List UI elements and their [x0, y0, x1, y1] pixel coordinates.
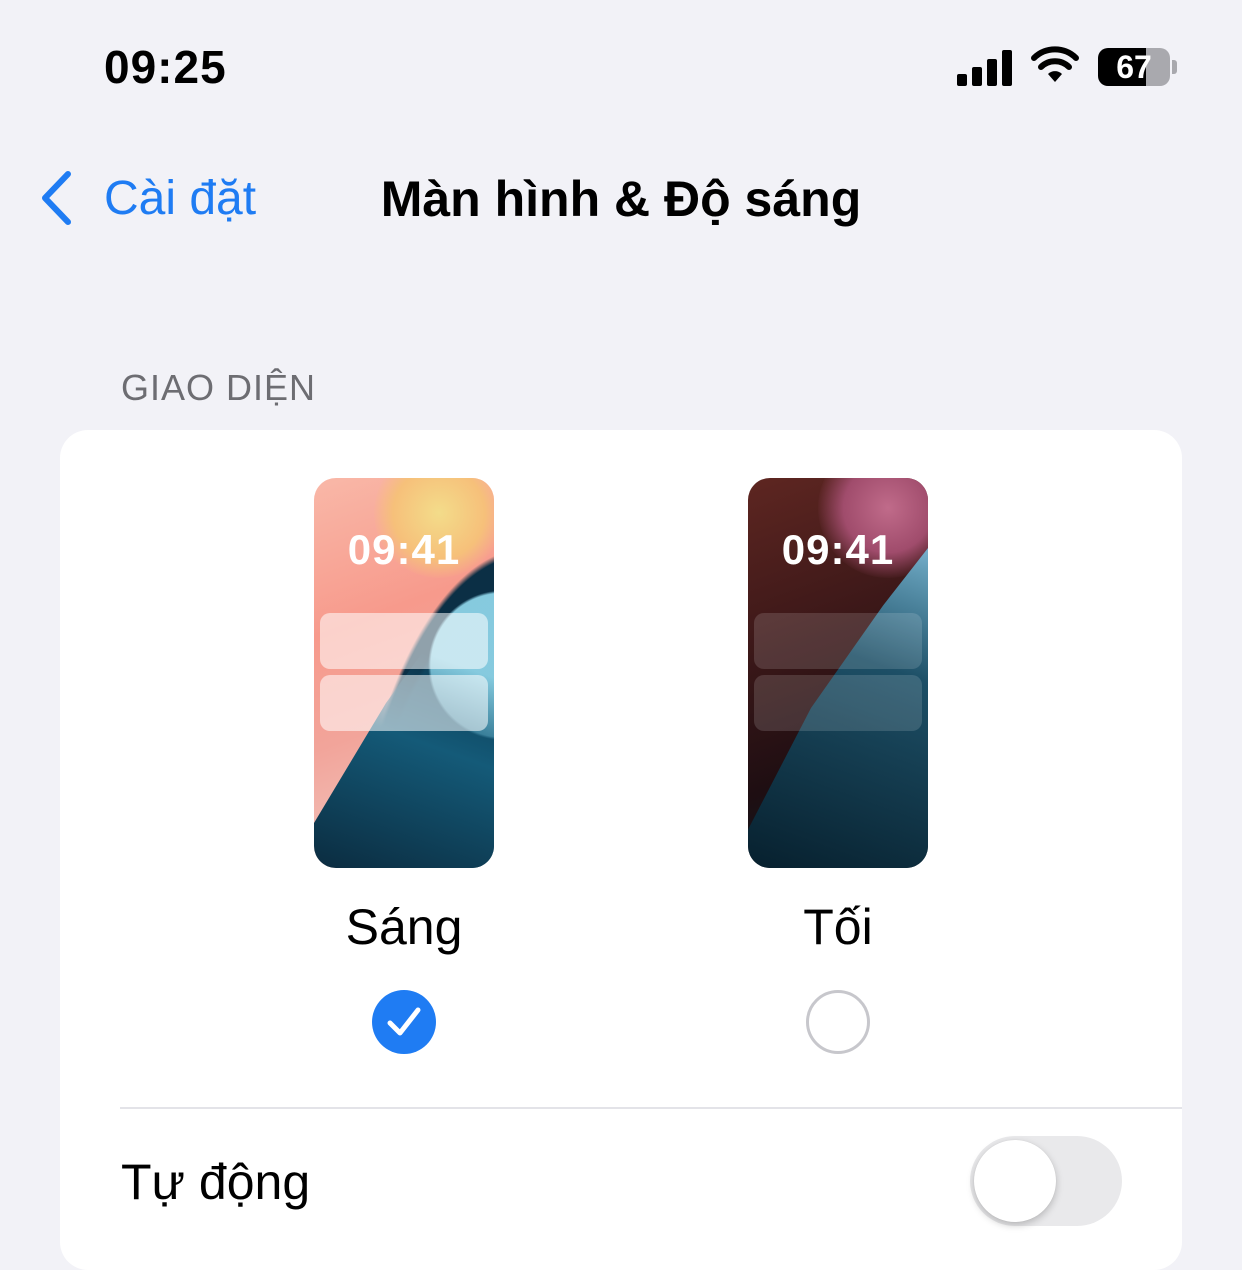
battery-percent: 67 [1116, 49, 1152, 85]
wifi-icon [1030, 44, 1080, 84]
preview-time: 09:41 [347, 526, 461, 573]
light-mode-preview[interactable]: 09:41 [314, 478, 494, 868]
preview-widget [320, 613, 488, 669]
status-time: 09:25 [104, 41, 227, 93]
preview-widget [754, 675, 922, 731]
automatic-toggle[interactable] [970, 1136, 1122, 1226]
dark-mode-radio[interactable] [806, 990, 870, 1054]
light-mode-label[interactable]: Sáng [284, 898, 524, 956]
battery-tip [1172, 60, 1177, 74]
checkmark-icon [387, 1007, 421, 1036]
back-chevron-icon[interactable] [38, 170, 74, 226]
signal-icon [957, 50, 1013, 86]
preview-widget [754, 613, 922, 669]
preview-time: 09:41 [781, 526, 895, 573]
dark-mode-label[interactable]: Tối [718, 898, 958, 956]
divider [120, 1107, 1182, 1109]
automatic-label: Tự động [121, 1154, 311, 1210]
section-header-appearance: GIAO DIỆN [121, 367, 317, 408]
battery-icon: 67 [1098, 48, 1170, 86]
preview-widget [320, 675, 488, 731]
toggle-knob [974, 1140, 1056, 1222]
dark-mode-preview[interactable]: 09:41 [748, 478, 928, 868]
page-title: Màn hình & Độ sáng [380, 171, 862, 227]
back-button[interactable]: Cài đặt [104, 171, 256, 226]
light-mode-radio[interactable] [372, 990, 436, 1054]
